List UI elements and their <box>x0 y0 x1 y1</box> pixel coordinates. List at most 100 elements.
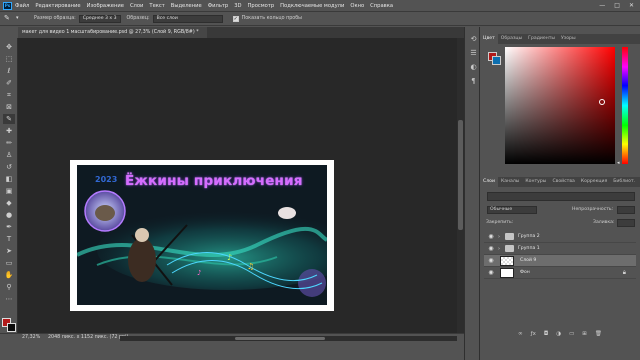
layers-panel-footer: ∞ ƒx ◘ ◑ ▭ ⊞ 🗑︎ <box>484 330 636 338</box>
new-layer-icon[interactable]: ⊞ <box>582 330 587 338</box>
visibility-eye-icon[interactable]: ◉ <box>487 233 495 241</box>
svg-text:♪: ♪ <box>197 269 201 277</box>
quick-select-tool-icon[interactable]: ✐ <box>3 78 15 88</box>
hue-slider-handle[interactable]: ◂ <box>617 160 620 166</box>
brush-tool-icon[interactable]: ✏ <box>3 138 15 148</box>
lasso-tool-icon[interactable]: ℓ <box>3 66 15 76</box>
tab-channels[interactable]: Каналы <box>498 177 522 187</box>
zoom-level[interactable]: 27,32% <box>22 335 40 340</box>
adjustments-icon[interactable]: ◐ <box>469 63 478 72</box>
close-button[interactable]: ✕ <box>629 2 634 9</box>
tab-properties[interactable]: Свойства <box>549 177 577 187</box>
tab-swatches[interactable]: Образцы <box>498 34 525 44</box>
blur-tool-icon[interactable]: ◆ <box>3 198 15 208</box>
chevron-down-icon[interactable]: ▾ <box>16 14 28 23</box>
opacity-field[interactable] <box>617 206 635 214</box>
healing-tool-icon[interactable]: ✚ <box>3 126 15 136</box>
frame-tool-icon[interactable]: ⊠ <box>3 102 15 112</box>
folder-icon[interactable]: ▭ <box>569 330 574 338</box>
layer-row-group-2[interactable]: ◉ › Группа 2 <box>484 231 636 243</box>
tab-libraries[interactable]: Библиот. <box>610 177 638 187</box>
more-tools-icon[interactable]: ⋯ <box>3 294 15 304</box>
gradient-tool-icon[interactable]: ▣ <box>3 186 15 196</box>
layer-name: Фон <box>520 270 530 275</box>
trash-icon[interactable]: 🗑︎ <box>595 330 602 338</box>
fill-field[interactable] <box>617 219 635 227</box>
maximize-button[interactable]: □ <box>614 2 620 9</box>
layer-row-group-1[interactable]: ◉ › Группа 1 <box>484 243 636 255</box>
layer-row-layer-9[interactable]: ◉ Слой 9 <box>484 255 636 267</box>
hue-slider[interactable] <box>622 47 628 164</box>
eyedropper-tool-icon[interactable]: ✎ <box>3 114 15 124</box>
mask-icon[interactable]: ◘ <box>544 330 548 338</box>
eyedropper-icon[interactable]: ✎ <box>4 14 16 23</box>
menu-plugins[interactable]: Подключаемые модули <box>280 3 344 9</box>
tab-paths[interactable]: Контуры <box>522 177 549 187</box>
options-bar: ✎ ▾ Размер образца: Среднее 3 x 3 Образе… <box>0 11 640 26</box>
color-picker-marker[interactable] <box>599 99 605 105</box>
pen-tool-icon[interactable]: ✒ <box>3 222 15 232</box>
svg-text:♫: ♫ <box>247 262 254 271</box>
color-saturation-field[interactable] <box>505 47 615 164</box>
layers-panel-tabs: Слои Каналы Контуры Свойства Коррекция Б… <box>480 177 640 187</box>
blend-mode-select[interactable]: Обычные <box>487 206 537 214</box>
menu-layer[interactable]: Слои <box>130 3 143 9</box>
properties-icon[interactable]: ☰ <box>469 49 478 58</box>
history-icon[interactable]: ⟲ <box>469 35 478 44</box>
menu-3d[interactable]: 3D <box>234 3 241 9</box>
link-icon[interactable]: ∞ <box>518 330 523 338</box>
crop-tool-icon[interactable]: ⌗ <box>3 90 15 100</box>
visibility-eye-icon[interactable]: ◉ <box>487 257 495 265</box>
layer-filter-bar[interactable] <box>487 192 635 201</box>
tab-layers[interactable]: Слои <box>480 177 498 187</box>
shape-tool-icon[interactable]: ▭ <box>3 258 15 268</box>
menu-help[interactable]: Справка <box>370 3 393 9</box>
visibility-eye-icon[interactable]: ◉ <box>487 269 495 277</box>
menu-view[interactable]: Просмотр <box>248 3 275 9</box>
eraser-tool-icon[interactable]: ◧ <box>3 174 15 184</box>
menu-window[interactable]: Окно <box>350 3 364 9</box>
svg-text:♪: ♪ <box>227 253 232 262</box>
zoom-tool-icon[interactable]: ⚲ <box>3 282 15 292</box>
dodge-tool-icon[interactable]: ● <box>3 210 15 220</box>
menu-select[interactable]: Выделение <box>171 3 202 9</box>
visibility-eye-icon[interactable]: ◉ <box>487 245 495 253</box>
vertical-scrollbar-thumb[interactable] <box>458 120 463 230</box>
move-tool-icon[interactable]: ✥ <box>3 42 15 52</box>
chevron-right-icon[interactable]: › <box>498 231 500 243</box>
show-ring-checkbox[interactable]: ✓ <box>232 15 239 22</box>
type-tool-icon[interactable]: T <box>3 234 15 244</box>
menu-file[interactable]: Файл <box>15 3 29 9</box>
horizontal-scrollbar-thumb[interactable] <box>235 337 325 340</box>
marquee-tool-icon[interactable]: ⬚ <box>3 54 15 64</box>
adjustment-icon[interactable]: ◑ <box>556 330 561 338</box>
stamp-tool-icon[interactable]: ♙ <box>3 150 15 160</box>
menu-edit[interactable]: Редактирование <box>35 3 80 9</box>
background-color-swatch[interactable] <box>7 323 16 332</box>
menu-image[interactable]: Изображение <box>87 3 124 9</box>
paragraph-icon[interactable]: ¶ <box>469 77 478 86</box>
sample-size-select[interactable]: Среднее 3 x 3 <box>78 14 121 23</box>
artwork-image[interactable]: ♪ ♫ ♪ 2023 Ёжкины приключения <box>77 165 327 305</box>
artwork-year: 2023 <box>95 175 118 184</box>
tab-gradients[interactable]: Градиенты <box>525 34 558 44</box>
path-select-tool-icon[interactable]: ➤ <box>3 246 15 256</box>
sample-size-label: Размер образца: <box>34 16 76 21</box>
sample-select[interactable]: Все слои <box>152 14 223 23</box>
history-brush-tool-icon[interactable]: ↺ <box>3 162 15 172</box>
photoshop-logo: Ps <box>3 1 12 10</box>
picker-background-swatch[interactable] <box>492 56 501 65</box>
minimize-button[interactable]: — <box>599 2 605 9</box>
tab-patterns[interactable]: Узоры <box>558 34 579 44</box>
folder-icon <box>505 245 514 252</box>
layer-row-background[interactable]: ◉ Фон 🔒︎ <box>484 267 636 279</box>
menu-filter[interactable]: Фильтр <box>208 3 229 9</box>
chevron-right-icon[interactable]: › <box>498 243 500 255</box>
window-controls: — □ ✕ <box>599 2 634 9</box>
tab-adjustments[interactable]: Коррекция <box>578 177 610 187</box>
document-tab[interactable]: макет для видео 1 масштабирование.psd @ … <box>18 27 207 38</box>
hand-tool-icon[interactable]: ✋ <box>3 270 15 280</box>
menu-type[interactable]: Текст <box>149 3 164 9</box>
tab-color[interactable]: Цвет <box>480 34 498 44</box>
fx-icon[interactable]: ƒx <box>531 330 536 338</box>
